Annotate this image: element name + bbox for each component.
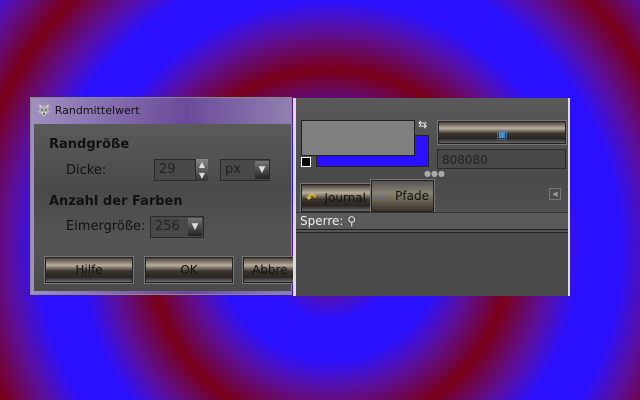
lock-row: Sperre: ⚲ xyxy=(296,212,568,230)
chevron-down-icon[interactable]: ▼ xyxy=(255,161,269,179)
section-border-size: Randgröße xyxy=(49,137,130,152)
eyedropper-icon: ▣ xyxy=(496,127,508,141)
dialog-body: Randgröße Dicke: 29 ▲ ▼ px ▼ Anzahl der F… xyxy=(34,124,304,291)
swap-colors-icon[interactable]: ⇆ xyxy=(418,118,427,131)
tab-journal[interactable]: ↶ Journal xyxy=(300,183,372,213)
thickness-input[interactable]: 29 xyxy=(154,159,196,181)
dialog-title: Randmittelwert xyxy=(54,103,140,117)
gimp-logo-icon: 🐺 xyxy=(37,103,51,117)
tab-menu-button[interactable]: ◀ xyxy=(549,188,561,200)
paths-list[interactable] xyxy=(296,232,568,296)
hex-color-input[interactable]: 808080 xyxy=(437,149,566,169)
help-button[interactable]: Hilfe xyxy=(44,256,134,284)
dock-panel: ⇆ ▣ 808080 ●●● ↶ Journal ⤳ Pfade ◀ Sperre:… xyxy=(293,98,570,296)
paths-icon: ⤳ xyxy=(375,189,385,203)
undo-icon: ↶ xyxy=(306,191,317,205)
dialog-titlebar[interactable]: 🐺 Randmittelwert xyxy=(31,98,291,122)
default-colors-icon[interactable] xyxy=(301,157,311,167)
dialog-window: 🐺 Randmittelwert Randgröße Dicke: 29 ▲ ▼ … xyxy=(30,97,304,295)
color-picker-button[interactable]: ▣ xyxy=(437,120,567,145)
section-color-count: Anzahl der Farben xyxy=(49,194,183,209)
tab-paths[interactable]: ⤳ Pfade xyxy=(370,179,435,213)
bucket-size-label: Eimergröße: xyxy=(66,219,146,234)
thickness-spin-button[interactable]: ▲ ▼ xyxy=(196,159,208,181)
dock-resize-handle[interactable]: ●●● xyxy=(424,169,445,178)
thickness-label: Dicke: xyxy=(66,163,107,178)
lock-label: Sperre: xyxy=(300,214,344,228)
chevron-down-icon[interactable]: ▼ xyxy=(188,218,202,236)
lock-alpha-icon[interactable]: ⚲ xyxy=(347,214,356,228)
ok-button[interactable]: OK xyxy=(144,256,234,284)
